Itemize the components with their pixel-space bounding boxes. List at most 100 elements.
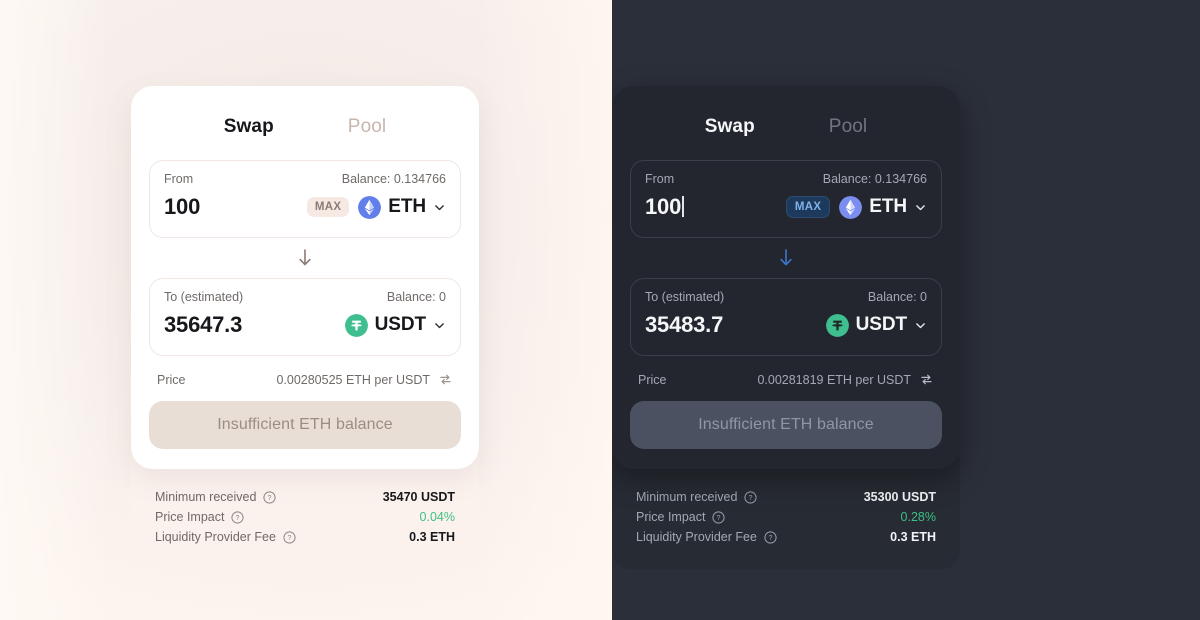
detail-value: 35300 USDT xyxy=(863,490,936,504)
detail-label-group: Price Impact ? xyxy=(636,510,726,524)
from-amount-input[interactable]: 100 xyxy=(645,194,681,219)
tether-icon xyxy=(825,313,849,337)
to-header: To (estimated) Balance: 0 xyxy=(645,290,927,304)
tab-bar: Swap Pool xyxy=(149,104,461,160)
max-button[interactable]: MAX xyxy=(785,196,831,218)
detail-row-price-impact: Price Impact ? 0.28% xyxy=(628,507,944,527)
price-value: 0.00281819 ETH per USDT xyxy=(757,372,911,387)
from-token-selector[interactable]: ETH xyxy=(358,195,446,219)
detail-label: Liquidity Provider Fee xyxy=(636,530,757,544)
from-controls: MAX ETH xyxy=(306,195,446,219)
ethereum-icon xyxy=(839,195,863,219)
tab-swap[interactable]: Swap xyxy=(224,116,274,138)
to-amount-input[interactable]: 35647.3 xyxy=(164,312,242,338)
to-balance: Balance: 0 xyxy=(386,290,446,304)
price-label: Price xyxy=(157,372,186,387)
to-input-row: 35483.7 USDT xyxy=(645,308,927,342)
to-token-selector[interactable]: USDT xyxy=(344,313,446,337)
dual-theme-swap-mockup: Minimum received ? 35470 USDT Price Impa… xyxy=(0,0,1200,620)
tether-icon xyxy=(344,313,368,337)
from-token-box: From Balance: 0.134766 100 MAX ETH xyxy=(630,160,942,238)
detail-value: 0.3 ETH xyxy=(890,530,936,544)
detail-label-group: Liquidity Provider Fee ? xyxy=(155,530,296,544)
arrow-down-icon[interactable] xyxy=(778,248,794,268)
to-label: To (estimated) xyxy=(164,290,244,304)
from-amount-input-wrap[interactable]: 100 xyxy=(645,194,684,220)
detail-row-liquidity-provider-fee: Liquidity Provider Fee ? 0.3 ETH xyxy=(147,527,463,547)
question-circle-icon[interactable]: ? xyxy=(764,530,777,544)
to-token-symbol: USDT xyxy=(374,314,426,335)
detail-label-group: Minimum received ? xyxy=(155,490,276,504)
detail-value: 0.3 ETH xyxy=(409,530,455,544)
detail-label-group: Liquidity Provider Fee ? xyxy=(636,530,777,544)
tab-pool[interactable]: Pool xyxy=(348,116,386,138)
detail-value: 0.28% xyxy=(900,510,936,524)
to-label: To (estimated) xyxy=(645,290,725,304)
swap-widget-dark: Minimum received ? 35300 USDT Price Impa… xyxy=(612,86,960,569)
question-circle-icon[interactable]: ? xyxy=(283,530,296,544)
to-header: To (estimated) Balance: 0 xyxy=(164,290,446,304)
question-circle-icon[interactable]: ? xyxy=(712,510,726,524)
to-amount-input[interactable]: 35483.7 xyxy=(645,312,723,338)
price-row: Price 0.00281819 ETH per USDT xyxy=(630,356,942,401)
chevron-down-icon xyxy=(435,322,444,328)
svg-text:?: ? xyxy=(768,534,772,542)
price-label: Price xyxy=(638,372,667,387)
detail-label: Liquidity Provider Fee xyxy=(155,530,276,544)
detail-label: Minimum received xyxy=(636,490,738,504)
chevron-down-icon xyxy=(435,204,444,210)
from-label: From xyxy=(164,172,194,186)
detail-row-minimum-received: Minimum received ? 35300 USDT xyxy=(628,487,944,507)
detail-value: 0.04% xyxy=(419,510,455,524)
question-circle-icon[interactable]: ? xyxy=(744,490,757,504)
to-balance: Balance: 0 xyxy=(867,290,927,304)
swap-cta-button[interactable]: Insufficient ETH balance xyxy=(149,401,461,449)
price-row: Price 0.00280525 ETH per USDT xyxy=(149,356,461,401)
tab-pool[interactable]: Pool xyxy=(829,116,867,138)
price-value-group: 0.00280525 ETH per USDT xyxy=(276,372,453,387)
swap-cta-button[interactable]: Insufficient ETH balance xyxy=(630,401,942,449)
from-token-symbol: ETH xyxy=(388,196,426,217)
to-controls: USDT xyxy=(825,313,927,337)
to-token-selector[interactable]: USDT xyxy=(825,313,927,337)
swap-direction-row xyxy=(630,238,942,278)
from-token-selector[interactable]: ETH xyxy=(839,195,927,219)
tab-bar: Swap Pool xyxy=(630,104,942,160)
from-input-row: 100 MAX ETH xyxy=(645,190,927,224)
from-controls: MAX ETH xyxy=(785,195,927,219)
chevron-down-icon xyxy=(916,204,925,210)
from-header: From Balance: 0.134766 xyxy=(645,172,927,186)
svg-text:?: ? xyxy=(287,534,291,542)
from-header: From Balance: 0.134766 xyxy=(164,172,446,186)
from-amount-input[interactable]: 100 xyxy=(164,194,200,220)
to-token-box: To (estimated) Balance: 0 35647.3 USDT xyxy=(149,278,461,356)
text-cursor xyxy=(682,196,684,217)
question-circle-icon[interactable]: ? xyxy=(231,510,245,524)
swap-refresh-icon[interactable] xyxy=(438,372,453,387)
swap-widget-light: Minimum received ? 35470 USDT Price Impa… xyxy=(131,86,479,569)
question-circle-icon[interactable]: ? xyxy=(263,490,276,504)
tab-swap[interactable]: Swap xyxy=(705,116,755,138)
max-button[interactable]: MAX xyxy=(306,197,350,217)
from-token-symbol: ETH xyxy=(869,196,907,217)
detail-label-group: Minimum received ? xyxy=(636,490,757,504)
detail-label-group: Price Impact ? xyxy=(155,510,245,524)
from-balance: Balance: 0.134766 xyxy=(822,172,927,186)
to-token-symbol: USDT xyxy=(855,314,907,335)
detail-label: Minimum received xyxy=(155,490,257,504)
arrow-down-icon[interactable] xyxy=(297,248,313,268)
from-token-box: From Balance: 0.134766 100 MAX ETH xyxy=(149,160,461,238)
from-label: From xyxy=(645,172,675,186)
chevron-down-icon xyxy=(916,322,925,328)
detail-row-minimum-received: Minimum received ? 35470 USDT xyxy=(147,487,463,507)
swap-card-dark: Swap Pool From Balance: 0.134766 100 MAX xyxy=(612,86,960,469)
price-value: 0.00280525 ETH per USDT xyxy=(276,372,430,387)
swap-card-light: Swap Pool From Balance: 0.134766 100 MAX xyxy=(131,86,479,469)
detail-row-price-impact: Price Impact ? 0.04% xyxy=(147,507,463,527)
to-input-row: 35647.3 USDT xyxy=(164,308,446,342)
swap-refresh-icon[interactable] xyxy=(919,372,934,387)
light-theme-panel: Minimum received ? 35470 USDT Price Impa… xyxy=(0,0,612,620)
svg-text:?: ? xyxy=(268,494,272,502)
svg-text:?: ? xyxy=(717,514,721,522)
detail-label: Price Impact xyxy=(636,510,706,524)
